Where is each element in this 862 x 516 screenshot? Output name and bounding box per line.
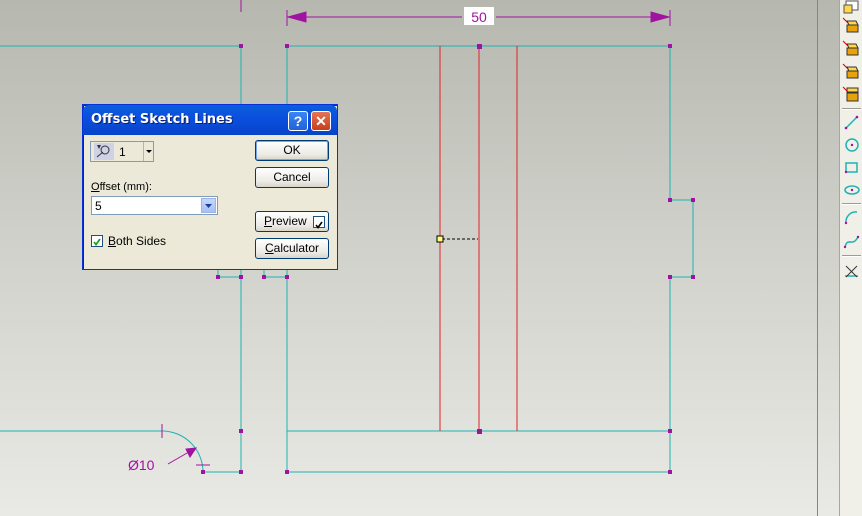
offset-label-text: ffset (mm): [99,181,152,193]
sketch-point [691,275,695,279]
cancel-button[interactable]: Cancel [255,167,329,188]
dialog-titlebar[interactable]: Offset Sketch Lines ? ✕ [83,105,337,135]
offset-input[interactable]: 5 [91,196,218,215]
sketch-point [262,275,266,279]
sketch-point [668,275,672,279]
sketch-point [216,275,220,279]
ellipse-icon[interactable] [842,180,861,199]
check-icon [315,221,323,229]
both-sides-checkbox[interactable] [91,235,103,247]
preview-label: Preview [264,214,307,228]
chevron-down-icon[interactable] [201,198,216,213]
offset-geometry [439,46,518,431]
sketch-point [285,275,289,279]
both-sides-label: Both Sides [108,234,167,248]
arc-icon[interactable] [842,208,861,227]
sketch-toolbar [839,0,862,516]
calculator-button[interactable]: Calculator [255,238,329,259]
feature-icon[interactable] [842,16,861,35]
sketch-point [477,44,482,49]
sketch-arc [161,430,204,473]
sketch-point [668,429,672,433]
offset-count-dropdown[interactable]: 1 [90,141,154,162]
dimension-diameter-label: Ø10 [128,457,155,473]
toolbar-separator [842,108,861,110]
dialog-title: Offset Sketch Lines [91,112,233,127]
chevron-down-icon[interactable] [143,142,154,161]
toolbar-separator [842,203,861,205]
sketch-point [285,470,289,474]
circle-icon[interactable] [842,135,861,154]
check-icon [93,238,101,246]
offset-value: 5 [95,199,102,213]
dimension-width-label: 50 [471,9,487,25]
sketch-point [691,198,695,202]
dimension-diameter [161,424,210,466]
sketch-border [817,0,818,516]
rectangle-icon[interactable] [842,158,861,177]
feature-icon[interactable] [842,85,861,104]
ok-button[interactable]: OK [255,140,329,161]
sketch-point [668,44,672,48]
sketch-point [477,429,482,434]
sketch-point [668,198,672,202]
sketch-point [239,44,243,48]
feature-icon[interactable] [842,39,861,58]
offset-label: Offset (mm): [91,181,152,193]
sketch-point [239,470,243,474]
sketch-point [201,470,205,474]
close-button[interactable]: ✕ [311,111,331,131]
offset-handle [436,235,444,243]
offset-count-value: 1 [119,145,126,159]
sketch-point [239,429,243,433]
dimension-width [240,0,671,26]
feature-icon[interactable] [842,62,861,81]
sketch-point [285,44,289,48]
toolbar-separator [842,255,861,257]
sketch-point [239,275,243,279]
offset-sketch-lines-dialog: Offset Sketch Lines ? ✕ 1 Offset (mm): 5… [82,104,338,270]
trim-icon[interactable] [842,262,861,281]
offset-pick-icon [94,143,114,160]
spline-icon[interactable] [842,232,861,251]
help-button[interactable]: ? [288,111,308,131]
sketch-point [668,470,672,474]
line-icon[interactable] [842,113,861,132]
preview-checkbox[interactable] [313,216,325,229]
preview-button[interactable]: Preview [255,211,329,232]
